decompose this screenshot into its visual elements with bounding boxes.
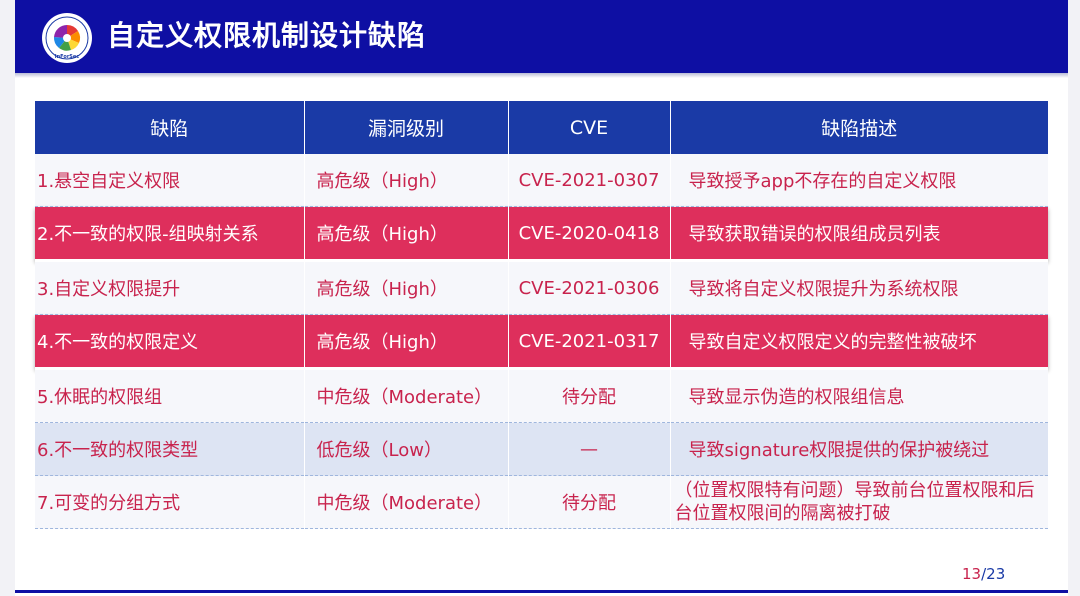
table-header-row: 缺陷 漏洞级别 CVE 缺陷描述 [35, 101, 1048, 154]
column-header-description: 缺陷描述 [669, 101, 1048, 154]
cve-cell: 待分配 [507, 475, 670, 529]
description-cell: 导致获取错误的权限组成员列表 [669, 206, 1048, 262]
page-title: 自定义权限机制设计缺陷 [107, 19, 427, 52]
table-row: 6.不一致的权限类型 低危级（Low） — 导致signature权限提供的保护… [35, 422, 1048, 476]
page-total: 23 [986, 565, 1006, 583]
level-cell: 高危级（High） [303, 260, 508, 315]
cve-cell: CVE-2021-0317 [507, 314, 670, 370]
defect-cell: 2.不一致的权限-组映射关系 [35, 206, 304, 262]
cve-cell: — [507, 422, 670, 476]
defect-cell: 6.不一致的权限类型 [35, 422, 304, 476]
level-cell: 高危级（High） [303, 314, 508, 370]
defect-cell: 1.悬空自定义权限 [35, 154, 304, 207]
cve-cell: CVE-2020-0418 [507, 206, 670, 262]
cve-cell: CVE-2021-0306 [507, 260, 670, 315]
table-row-highlighted: 4.不一致的权限定义 高危级（High） CVE-2021-0317 导致自定义… [35, 314, 1048, 370]
column-header-defect: 缺陷 [35, 101, 304, 154]
table-row: 3.自定义权限提升 高危级（High） CVE-2021-0306 导致将自定义… [35, 260, 1048, 315]
inforsec-logo: InForSec [42, 13, 92, 63]
table-row: 5.休眠的权限组 中危级（Moderate） 待分配 导致显示伪造的权限组信息 [35, 368, 1048, 423]
defects-table: 缺陷 漏洞级别 CVE 缺陷描述 1.悬空自定义权限 高危级（High） CVE… [35, 101, 1048, 529]
logo-text: InForSec [55, 54, 80, 60]
defect-cell: 3.自定义权限提升 [35, 260, 304, 315]
header-bar: InForSec 自定义权限机制设计缺陷 [15, 0, 1068, 73]
page-indicator: 13/23 [962, 565, 1005, 583]
defect-cell: 7.可变的分组方式 [35, 475, 304, 529]
header-shadow [15, 73, 1068, 78]
description-cell: 导致显示伪造的权限组信息 [669, 368, 1048, 423]
level-cell: 中危级（Moderate） [303, 475, 508, 529]
defect-cell: 5.休眠的权限组 [35, 368, 304, 423]
level-cell: 高危级（High） [303, 154, 508, 207]
column-header-level: 漏洞级别 [303, 101, 508, 154]
level-cell: 高危级（High） [303, 206, 508, 262]
level-cell: 低危级（Low） [303, 422, 508, 476]
defect-cell: 4.不一致的权限定义 [35, 314, 304, 370]
description-cell: 导致将自定义权限提升为系统权限 [669, 260, 1048, 315]
cve-cell: CVE-2021-0307 [507, 154, 670, 207]
description-cell: 导致signature权限提供的保护被绕过 [669, 422, 1048, 476]
description-cell: （位置权限特有问题）导致前台位置权限和后台位置权限间的隔离被打破 [669, 475, 1048, 529]
description-cell: 导致自定义权限定义的完整性被破坏 [669, 314, 1048, 370]
table-row: 7.可变的分组方式 中危级（Moderate） 待分配 （位置权限特有问题）导致… [35, 475, 1048, 529]
column-header-cve: CVE [507, 101, 670, 154]
level-cell: 中危级（Moderate） [303, 368, 508, 423]
bottom-rule [15, 590, 1068, 593]
cve-cell: 待分配 [507, 368, 670, 423]
page-current: 13 [962, 565, 982, 583]
table-row: 1.悬空自定义权限 高危级（High） CVE-2021-0307 导致授予ap… [35, 154, 1048, 207]
table-row-highlighted: 2.不一致的权限-组映射关系 高危级（High） CVE-2020-0418 导… [35, 206, 1048, 262]
description-cell: 导致授予app不存在的自定义权限 [669, 154, 1048, 207]
slide: InForSec 自定义权限机制设计缺陷 缺陷 漏洞级别 CVE 缺陷描述 1.… [15, 0, 1068, 596]
